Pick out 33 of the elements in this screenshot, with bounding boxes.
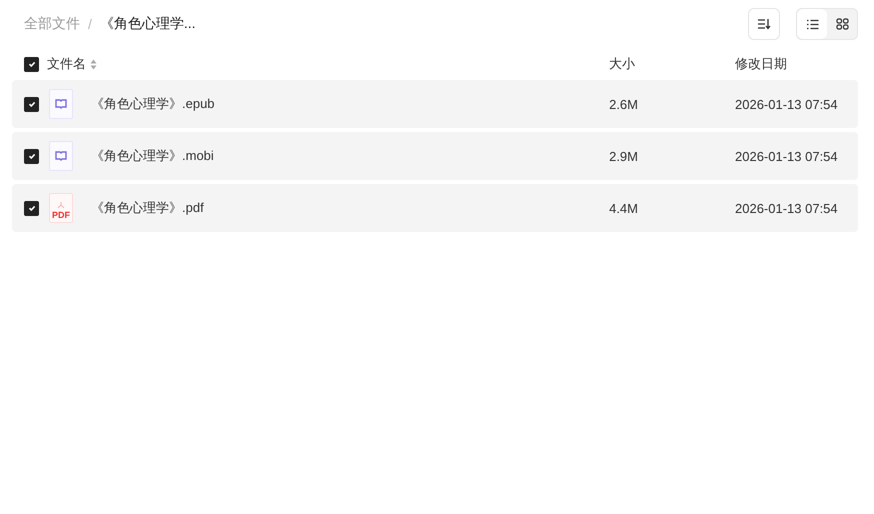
list-view-button[interactable] — [797, 9, 827, 39]
modified-date: 2026-01-13 07:54 — [735, 148, 839, 164]
book-file-icon — [49, 141, 73, 171]
checkmark-icon — [26, 151, 36, 161]
breadcrumb-separator: / — [88, 16, 92, 32]
book-file-icon — [49, 89, 73, 119]
file-name[interactable]: 《角色心理学》.epub — [91, 95, 215, 113]
checkbox[interactable] — [24, 200, 39, 216]
column-header: 大小 — [609, 55, 635, 73]
pdf-file-icon: PDF — [49, 193, 73, 223]
breadcrumb-item[interactable]: 《角色心理学... — [100, 15, 196, 33]
file-row[interactable]: 《角色心理学》.epub 2.6M 2026-01-13 07:54 — [12, 80, 858, 128]
sort-icon — [757, 18, 771, 30]
file-size: 2.6M — [608, 96, 638, 112]
checkbox[interactable] — [24, 56, 39, 72]
modified-date: 2026-01-13 07:54 — [735, 96, 839, 112]
column-header[interactable]: 文件名 — [47, 55, 86, 73]
checkmark-icon — [26, 99, 36, 109]
checkbox[interactable] — [24, 148, 39, 164]
checkbox[interactable] — [24, 96, 39, 112]
file-name[interactable]: 《角色心理学》.mobi — [91, 147, 214, 165]
modified-date: 2026-01-13 07:54 — [735, 200, 839, 216]
file-size: 2.9M — [608, 148, 638, 164]
grid-icon — [836, 18, 848, 30]
checkmark-icon — [26, 203, 36, 213]
list-icon — [806, 18, 818, 30]
checkmark-icon — [26, 59, 36, 69]
sort-button[interactable] — [748, 8, 780, 40]
file-size: 4.4M — [608, 200, 638, 216]
file-name[interactable]: 《角色心理学》.pdf — [91, 199, 204, 217]
file-row[interactable]: PDF 《角色心理学》.pdf 4.4M 2026-01-13 07:54 — [12, 184, 858, 232]
file-row[interactable]: 《角色心理学》.mobi 2.9M 2026-01-13 07:54 — [12, 132, 858, 180]
column-header: 修改日期 — [735, 55, 788, 73]
